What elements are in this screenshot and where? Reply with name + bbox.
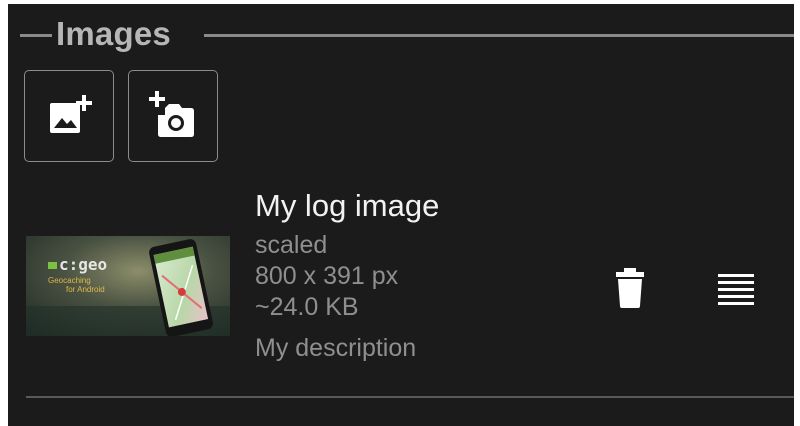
- reorder-image-button[interactable]: [708, 260, 764, 316]
- image-dimensions: 800 x 391 px: [255, 262, 399, 290]
- header-rule-left: [20, 34, 52, 37]
- item-divider: [26, 396, 794, 398]
- image-thumbnail[interactable]: c:geo Geocaching for Android: [26, 236, 230, 336]
- thumbnail-brand-text: c:geo: [59, 255, 108, 274]
- add-photo-button[interactable]: [128, 70, 218, 162]
- add-image-button[interactable]: [24, 70, 114, 162]
- section-title: Images: [56, 15, 171, 52]
- image-info: My log image scaled 800 x 391 px ~24.0 K…: [255, 186, 585, 364]
- header-rule-right: [204, 34, 794, 37]
- image-description: My description: [255, 334, 417, 362]
- add-image-icon: [50, 95, 92, 133]
- section-header: Images: [8, 14, 794, 54]
- delete-image-button[interactable]: [602, 260, 658, 316]
- drag-handle-icon: [718, 274, 754, 305]
- add-photo-camera-icon: [149, 91, 194, 137]
- thumbnail-tagline-2: for Android: [66, 285, 105, 294]
- thumbnail-graphic: [26, 236, 230, 336]
- image-size: ~24.0 KB: [255, 293, 359, 321]
- trash-icon: [616, 268, 644, 308]
- image-title: My log image: [255, 188, 440, 223]
- image-status: scaled: [255, 231, 328, 259]
- thumbnail-tagline-1: Geocaching: [48, 276, 91, 285]
- images-panel: Images c:geo Geocaching for Android My l…: [8, 4, 794, 426]
